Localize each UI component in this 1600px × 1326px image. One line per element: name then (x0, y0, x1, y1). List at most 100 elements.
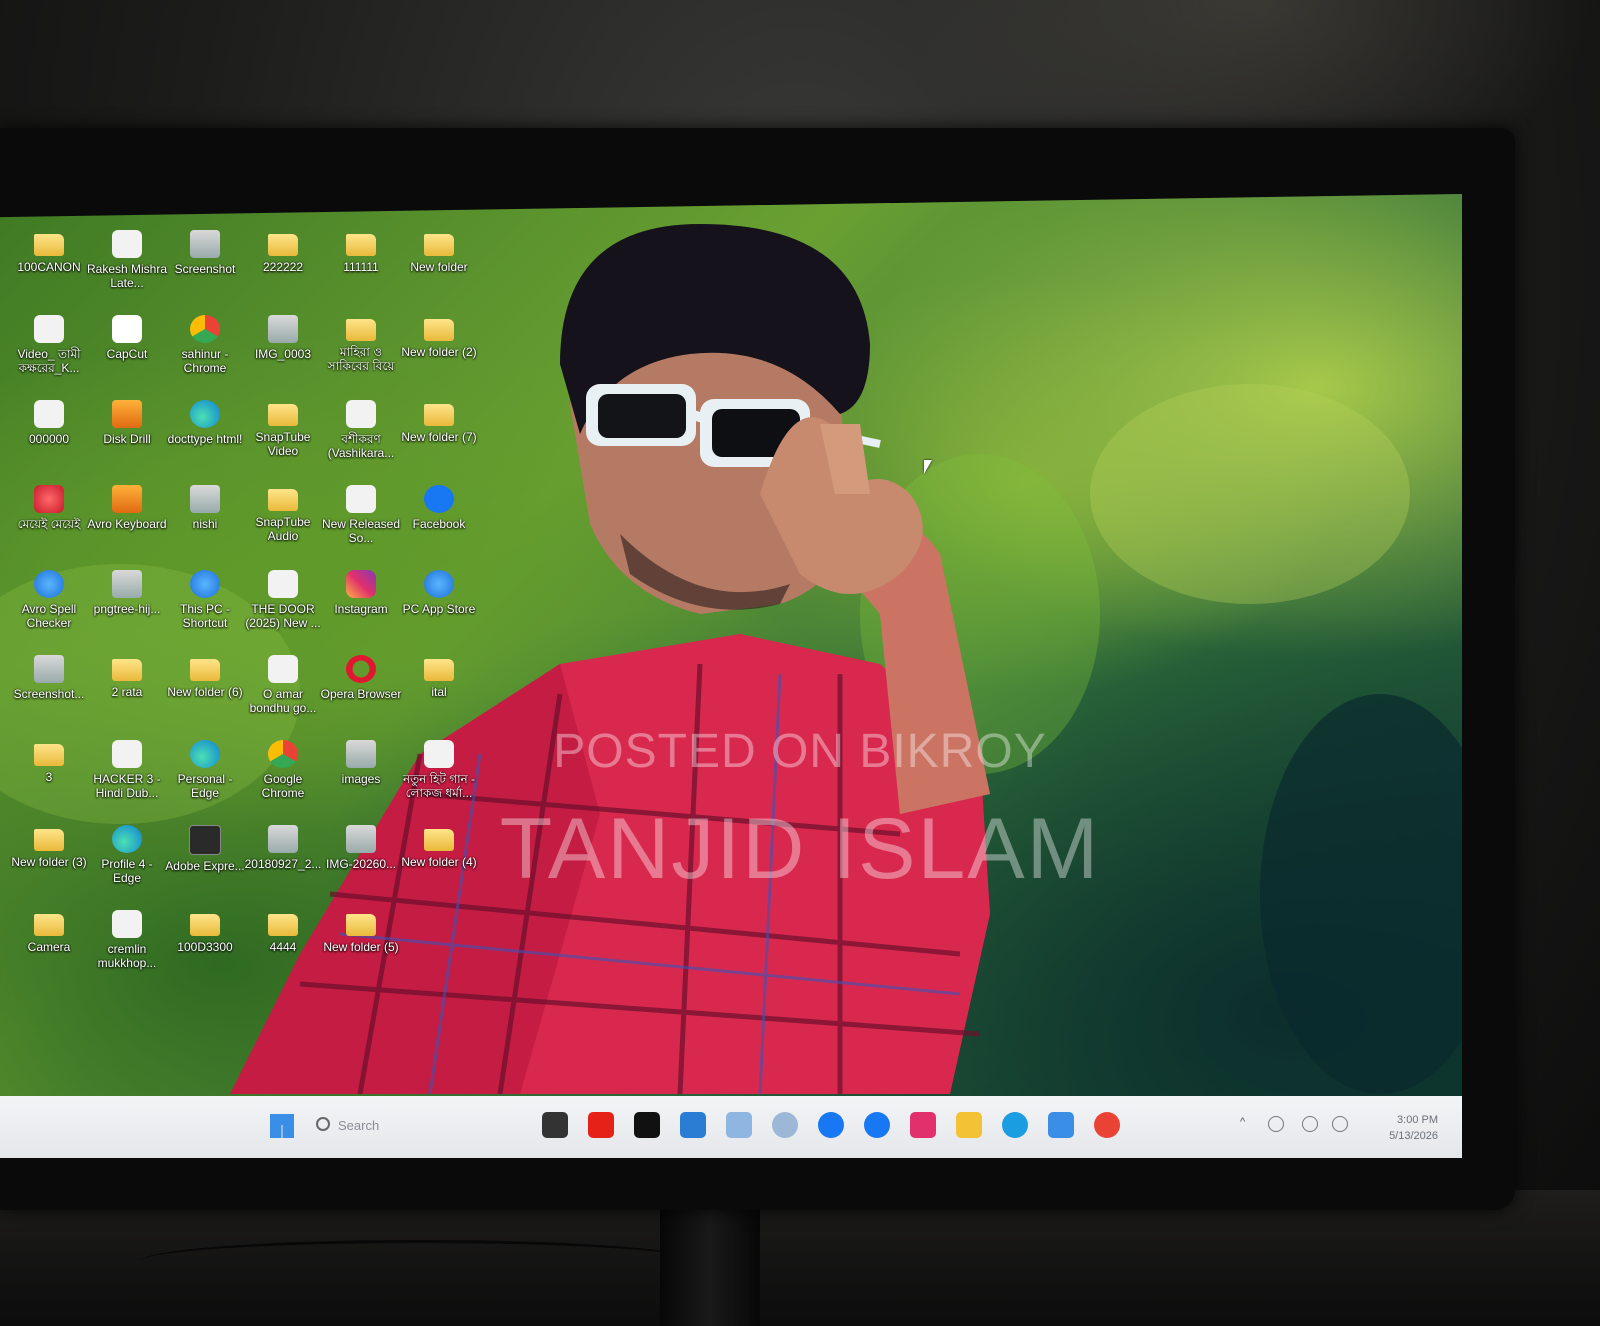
instagram-icon[interactable] (910, 1112, 936, 1138)
taskbar-search[interactable]: Search (312, 1112, 522, 1140)
desktop-icon[interactable]: Avro Spell Checker (8, 570, 90, 654)
desktop-icon[interactable]: Disk Drill (86, 400, 168, 484)
desktop-icon[interactable]: Video_ তামী কক্ষরের_K... (8, 315, 90, 399)
desktop-icon[interactable]: SnapTube Audio (242, 485, 324, 569)
desktop-icon[interactable]: pngtree-hij... (86, 570, 168, 654)
desktop-icon[interactable]: PC App Store (398, 570, 480, 654)
clock-date: 5/13/2026 (1389, 1130, 1438, 1142)
desktop-icon-label: নতুন হিট গান - লোকজ ধর্মা... (402, 772, 476, 800)
instagram-icon (346, 570, 376, 598)
desktop-icon[interactable]: O amar bondhu go... (242, 655, 324, 739)
desktop-icon[interactable]: CapCut (86, 315, 168, 399)
tray-app-icon[interactable] (1268, 1116, 1284, 1132)
desktop-icon[interactable]: This PC - Shortcut (164, 570, 246, 654)
chrome-icon[interactable] (1094, 1112, 1120, 1138)
desktop-icon[interactable]: Avro Keyboard (86, 485, 168, 569)
desktop-icon[interactable]: 111111 (320, 230, 402, 314)
desktop-icon[interactable]: docttype html! (164, 400, 246, 484)
desktop-icon[interactable]: New folder (398, 230, 480, 314)
folder-icon (34, 914, 64, 936)
desktop-icon[interactable]: New folder (4) (398, 825, 480, 909)
desktop-icon-label: cremlin mukkhop... (97, 942, 157, 970)
youtube-icon[interactable] (588, 1112, 614, 1138)
desktop-icon[interactable]: nishi (164, 485, 246, 569)
desktop-icon[interactable]: New folder (6) (164, 655, 246, 739)
desktop-icon-label: New folder (7) (401, 430, 477, 444)
desktop-icon[interactable]: Screenshot... (8, 655, 90, 739)
network-icon[interactable] (1302, 1116, 1318, 1132)
desktop-icon[interactable]: New Released So... (320, 485, 402, 569)
telegram-icon[interactable] (1048, 1112, 1074, 1138)
desktop-icon[interactable]: 3 (8, 740, 90, 824)
desktop-icon[interactable]: HACKER 3 - Hindi Dub... (86, 740, 168, 824)
netflix-icon[interactable] (634, 1112, 660, 1138)
desktop-icon-label: O amar bondhu go... (249, 687, 317, 715)
desktop-icon[interactable]: Adobe Expre... (164, 825, 246, 909)
desktop-icon[interactable]: sahinur - Chrome (164, 315, 246, 399)
desktop-icon[interactable]: ital (398, 655, 480, 739)
desktop-icon[interactable]: Rakesh Mishra Late... (86, 230, 168, 314)
folder-icon (424, 404, 454, 426)
desktop-icon[interactable]: Instagram (320, 570, 402, 654)
video-file-icon (112, 230, 142, 258)
chrome-icon (190, 315, 220, 343)
facebook-icon[interactable] (864, 1112, 890, 1138)
desktop-icon[interactable]: Personal - Edge (164, 740, 246, 824)
desktop-icon[interactable]: Facebook (398, 485, 480, 569)
desktop-icon[interactable]: New folder (2) (398, 315, 480, 399)
desktop-icon[interactable]: 222222 (242, 230, 324, 314)
desktop-icon[interactable]: মেয়েই মেয়েই (8, 485, 90, 569)
desktop-icon[interactable]: 2 rata (86, 655, 168, 739)
windows-start-icon[interactable] (270, 1114, 294, 1138)
facebook-icon[interactable] (818, 1112, 844, 1138)
folder-icon (268, 404, 298, 426)
edge-icon[interactable] (1002, 1112, 1028, 1138)
desktop-icon-label: Google Chrome (261, 772, 305, 800)
desktop-icon-label: Disk Drill (103, 432, 151, 446)
video-file-icon (112, 740, 142, 768)
desktop-icon-label: Rakesh Mishra Late... (86, 262, 168, 290)
volume-icon[interactable] (1332, 1116, 1348, 1132)
taskbar-clock[interactable]: 3:00 PM 5/13/2026 (1389, 1112, 1438, 1144)
desktop-icon-label: Adobe Expre... (165, 859, 245, 873)
desktop-icon-label: Instagram (334, 602, 388, 616)
desktop-icon[interactable]: 20180927_2... (242, 825, 324, 909)
copilot-icon[interactable] (772, 1112, 798, 1138)
chevron-up-icon[interactable]: ^ (1240, 1116, 1245, 1128)
desktop-icon[interactable]: New folder (5) (320, 910, 402, 994)
desktop-icon[interactable]: নতুন হিট গান - লোকজ ধর্মা... (398, 740, 480, 824)
desktop-icon-label: Opera Browser (320, 687, 402, 701)
desktop-icon[interactable]: New folder (7) (398, 400, 480, 484)
opera-icon (346, 655, 376, 683)
desktop-icon[interactable]: 000000 (8, 400, 90, 484)
desktop-icon[interactable]: Screenshot (164, 230, 246, 314)
desktop-icon-label: 100D3300 (177, 940, 233, 954)
desktop-icon[interactable]: বশীকরণ (Vashikara... (320, 400, 402, 484)
folder-icon (268, 914, 298, 936)
desktop-icon[interactable]: Camera (8, 910, 90, 994)
desktop-icon[interactable]: 100D3300 (164, 910, 246, 994)
desktop-icon[interactable]: Opera Browser (320, 655, 402, 739)
photos-icon[interactable] (726, 1112, 752, 1138)
file-explorer-icon[interactable] (956, 1112, 982, 1138)
desktop-icon[interactable]: IMG-20260... (320, 825, 402, 909)
clock-time: 3:00 PM (1397, 1114, 1438, 1126)
desktop-icon-label: THE DOOR (2025) New ... (245, 602, 321, 630)
desktop-icon[interactable]: Google Chrome (242, 740, 324, 824)
desktop-icon[interactable]: images (320, 740, 402, 824)
microsoft-store-icon[interactable] (680, 1112, 706, 1138)
desktop-icon[interactable]: Profile 4 - Edge (86, 825, 168, 909)
folder-icon (34, 744, 64, 766)
desktop-icon[interactable]: IMG_0003 (242, 315, 324, 399)
desktop-icon[interactable]: মাহিরা ও সাকিবের বিয়ে (320, 315, 402, 399)
desktop-icon[interactable]: 4444 (242, 910, 324, 994)
desktop-icon[interactable]: 100CANON (8, 230, 90, 314)
desktop-icon[interactable]: New folder (3) (8, 825, 90, 909)
desktop-icon-label: 100CANON (17, 260, 81, 274)
video-file-icon (34, 400, 64, 428)
desktop-icon[interactable]: THE DOOR (2025) New ... (242, 570, 324, 654)
desktop-icon[interactable]: cremlin mukkhop... (86, 910, 168, 994)
capcut-icon (112, 315, 142, 343)
desktop-icon[interactable]: SnapTube Video (242, 400, 324, 484)
task-view-icon[interactable] (542, 1112, 568, 1138)
